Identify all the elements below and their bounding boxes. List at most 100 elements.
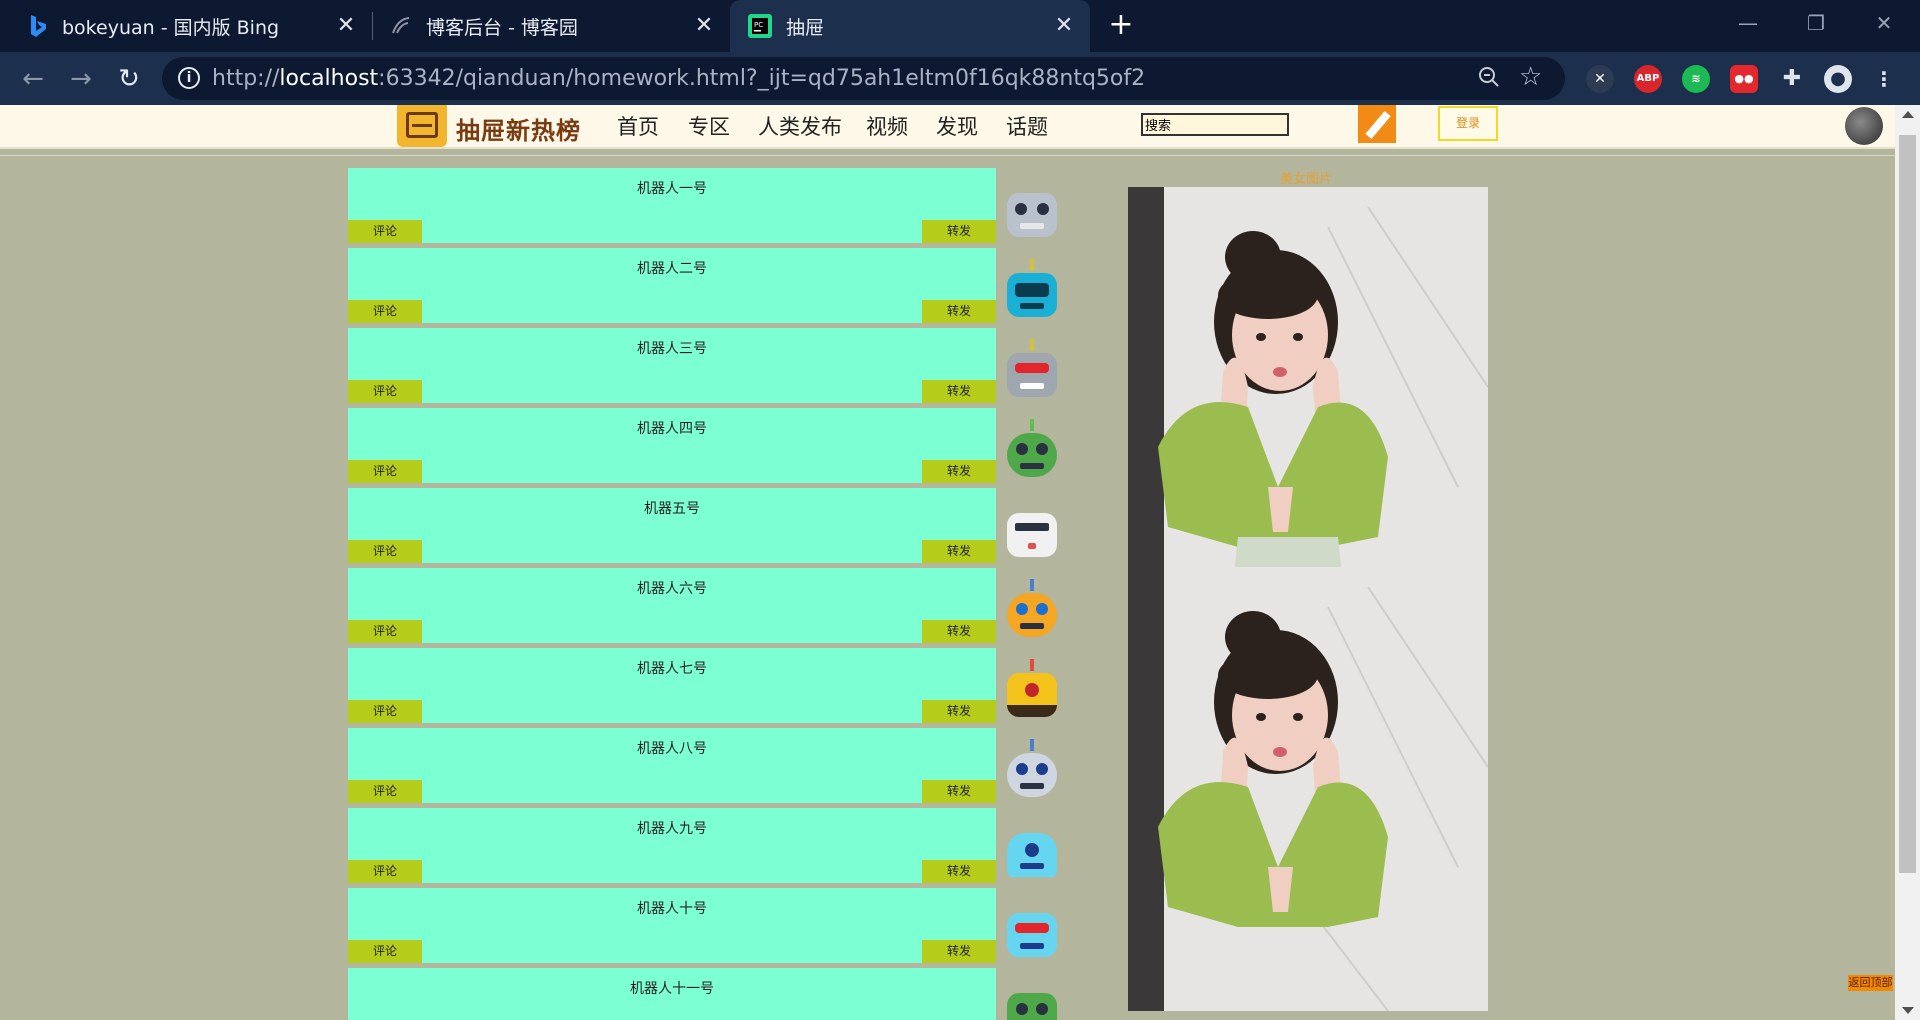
address-bar[interactable]: i http://localhost:63342/qianduan/homewo…	[162, 57, 1565, 100]
robot-avatar-icon	[1003, 505, 1061, 563]
tab-cnblogs[interactable]: 博客后台 - 博客园 ✕	[372, 0, 730, 52]
tab-active[interactable]: PC 抽屉 ✕	[730, 0, 1090, 52]
tab-bing[interactable]: bokeyuan - 国内版 Bing ✕	[0, 0, 372, 52]
cnblogs-icon	[390, 14, 412, 38]
close-icon[interactable]: ✕	[334, 14, 358, 38]
feed-card[interactable]: 机器人二号评论 转发	[348, 248, 996, 323]
nav-zone[interactable]: 专区	[688, 111, 730, 141]
card-title: 机器人七号	[637, 661, 707, 677]
close-icon[interactable]: ✕	[1052, 14, 1076, 38]
search-input[interactable]	[1141, 113, 1289, 136]
tab-title: bokeyuan - 国内版 Bing	[62, 16, 280, 39]
share-button[interactable]: 转发	[922, 620, 996, 643]
tab-title: 抽屉	[786, 16, 825, 39]
page-viewport: 抽屉新热榜 首页 专区 人类发布 视频 发现 话题 登录 机器人一号评论转发 机…	[0, 105, 1895, 1020]
share-button[interactable]: 转发	[922, 540, 996, 563]
comment-button[interactable]: 评论	[348, 220, 422, 243]
menu-dots-icon[interactable]: ⋮	[1870, 65, 1898, 93]
card-title: 机器五号	[644, 501, 700, 517]
drawer-logo-icon[interactable]	[397, 105, 447, 147]
page-scrollbar[interactable]	[1895, 105, 1920, 1020]
share-button[interactable]: 转发	[922, 860, 996, 883]
puzzle-icon[interactable]: ✚	[1778, 65, 1806, 93]
share-button[interactable]: 转发	[922, 940, 996, 963]
robot-avatar-icon	[1003, 739, 1061, 803]
tab-title: 博客后台 - 博客园	[426, 16, 578, 39]
comment-button[interactable]: 评论	[348, 780, 422, 803]
nav-discover[interactable]: 发现	[936, 111, 978, 141]
share-button[interactable]: 转发	[922, 220, 996, 243]
bookmark-star-icon[interactable]: ☆	[1519, 63, 1547, 91]
login-button[interactable]: 登录	[1438, 106, 1498, 141]
comment-button[interactable]: 评论	[348, 380, 422, 403]
site-header: 抽屉新热榜 首页 专区 人类发布 视频 发现 话题 登录	[0, 105, 1895, 149]
pen-icon[interactable]	[1358, 105, 1396, 143]
comment-button[interactable]: 评论	[348, 700, 422, 723]
comment-button[interactable]: 评论	[348, 940, 422, 963]
profile-icon[interactable]: ●	[1824, 65, 1852, 93]
x-extension-icon[interactable]: ✕	[1586, 65, 1614, 93]
feed-card[interactable]: 机器人一号 评论 转发	[348, 168, 996, 243]
window-close-icon[interactable]: ✕	[1864, 8, 1904, 38]
feed-card[interactable]: 机器人十一号评论转发	[348, 968, 996, 1020]
new-tab-button[interactable]: +	[1104, 10, 1138, 42]
robot-avatar-icon	[1003, 339, 1061, 403]
sound-extension-icon[interactable]: ≋	[1682, 65, 1710, 93]
robot-avatar-icon	[1003, 579, 1061, 643]
nav-topics[interactable]: 话题	[1006, 111, 1048, 141]
share-button[interactable]: 转发	[922, 780, 996, 803]
share-button[interactable]: 转发	[922, 700, 996, 723]
red-extension-icon[interactable]: ●●	[1730, 65, 1758, 93]
back-icon[interactable]: ←	[16, 62, 50, 96]
comment-button[interactable]: 评论	[348, 460, 422, 483]
photo-image[interactable]	[1128, 187, 1488, 631]
feed-card[interactable]: 机器人十号评论 转发	[348, 888, 996, 963]
card-title: 机器人二号	[637, 261, 707, 277]
url-text[interactable]: http://localhost:63342/qianduan/homework…	[212, 66, 1145, 91]
bing-icon	[28, 14, 48, 38]
scrollbar-thumb[interactable]	[1899, 135, 1916, 873]
feed-card[interactable]: 机器人六号评论 转发	[348, 568, 996, 643]
card-title: 机器人十号	[637, 901, 707, 917]
robot-avatar-icon	[1003, 659, 1061, 723]
photo-image[interactable]	[1128, 567, 1488, 1011]
scroll-down-icon[interactable]	[1902, 1007, 1914, 1014]
comment-button[interactable]: 评论	[348, 620, 422, 643]
nav-home[interactable]: 首页	[617, 111, 659, 141]
feed-card[interactable]: 机器人四号 评论 转发	[348, 408, 996, 483]
browser-toolbar: ← → ↻ i http://localhost:63342/qianduan/…	[0, 52, 1920, 105]
comment-button[interactable]: 评论	[348, 540, 422, 563]
feed-card[interactable]: 机器人三号评论 转发	[348, 328, 996, 403]
reload-icon[interactable]: ↻	[112, 62, 146, 96]
feed-card[interactable]: 机器人九号 评论 转发	[348, 808, 996, 883]
minimize-icon[interactable]: —	[1728, 8, 1768, 38]
robot-avatar-icon	[1003, 185, 1061, 243]
back-to-top-button[interactable]: 返回顶部	[1848, 975, 1893, 991]
abp-icon[interactable]: ABP	[1634, 65, 1662, 93]
comment-button[interactable]: 评论	[348, 300, 422, 323]
avatar[interactable]	[1845, 107, 1883, 145]
share-button[interactable]: 转发	[922, 460, 996, 483]
scroll-up-icon[interactable]	[1902, 111, 1914, 118]
feed-card[interactable]: 机器人七号评论 转发	[348, 648, 996, 723]
comment-button[interactable]: 评论	[348, 860, 422, 883]
card-title: 机器人六号	[637, 581, 707, 597]
feed-card[interactable]: 机器五号评论 转发	[348, 488, 996, 563]
robot-avatar-icon	[1003, 825, 1061, 883]
site-logo-text[interactable]: 抽屉新热榜	[456, 111, 581, 146]
share-button[interactable]: 转发	[922, 380, 996, 403]
robot-avatar-icon	[1003, 985, 1061, 1020]
nav-video[interactable]: 视频	[866, 111, 908, 141]
restore-icon[interactable]: ❐	[1796, 8, 1836, 38]
forward-icon[interactable]: →	[64, 62, 98, 96]
pics-caption: 美女图片	[1280, 172, 1333, 187]
card-title: 机器人三号	[637, 341, 707, 357]
info-icon[interactable]: i	[178, 67, 200, 89]
feed-card[interactable]: 机器人八号 评论 转发	[348, 728, 996, 803]
robot-avatar-icon	[1003, 905, 1061, 963]
pycharm-icon: PC	[748, 14, 772, 38]
close-icon[interactable]: ✕	[692, 14, 716, 38]
zoom-icon[interactable]	[1477, 65, 1503, 91]
share-button[interactable]: 转发	[922, 300, 996, 323]
nav-human-posts[interactable]: 人类发布	[758, 111, 842, 141]
